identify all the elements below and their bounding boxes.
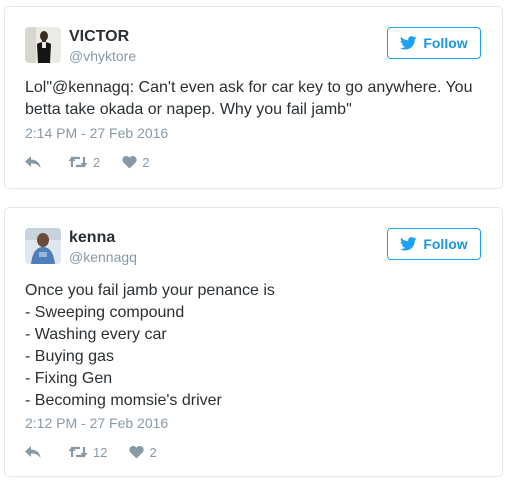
like-count: 2 <box>142 154 150 170</box>
tweet-timestamp[interactable]: 2:12 PM - 27 Feb 2016 <box>25 415 168 431</box>
tweet-card: VICTOR @vhyktore Follow Lol"@kennagq: Ca… <box>4 6 503 189</box>
retweet-button[interactable]: 12 <box>68 445 107 460</box>
tweet-actions: 12 2 <box>25 442 179 462</box>
tweet-text-line: - Sweeping compound <box>25 304 185 321</box>
tweet-text: Once you fail jamb your penance is - Swe… <box>25 280 484 412</box>
retweet-icon <box>68 445 93 459</box>
tweet-text-line: - Fixing Gen <box>25 370 113 387</box>
follow-button[interactable]: Follow <box>387 27 481 59</box>
retweet-button[interactable]: 2 <box>68 155 100 170</box>
retweet-count: 2 <box>93 154 101 170</box>
tweet-actions: 2 2 <box>25 152 171 172</box>
avatar[interactable] <box>25 228 61 264</box>
tweet-text-line: - Buying gas <box>25 348 114 365</box>
user-name[interactable]: kenna <box>69 229 115 247</box>
tweet-text-line: betta take okada or napep. Why you fail … <box>25 101 352 118</box>
tweet-text-line: - Washing every car <box>25 326 167 343</box>
user-handle[interactable]: @kennagq <box>69 249 137 265</box>
reply-icon <box>25 155 46 169</box>
tweet-timestamp[interactable]: 2:14 PM - 27 Feb 2016 <box>25 125 168 141</box>
twitter-bird-icon <box>400 237 417 251</box>
user-handle[interactable]: @vhyktore <box>69 48 136 64</box>
user-name[interactable]: VICTOR <box>69 28 129 46</box>
tweet-text-line: Lol"@kennagq: Can't even ask for car key… <box>25 79 473 96</box>
reply-button[interactable] <box>25 155 46 169</box>
follow-label: Follow <box>423 35 468 51</box>
tweet-text-line: Once you fail jamb your penance is <box>25 282 275 299</box>
heart-icon <box>122 155 142 169</box>
follow-label: Follow <box>423 236 468 252</box>
like-button[interactable]: 2 <box>122 155 149 170</box>
like-button[interactable]: 2 <box>129 444 157 460</box>
reply-icon <box>25 445 46 459</box>
twitter-bird-icon <box>400 36 417 50</box>
reply-button[interactable] <box>25 445 46 459</box>
tweet-text: Lol"@kennagq: Can't even ask for car key… <box>25 77 484 121</box>
follow-button[interactable]: Follow <box>387 228 481 260</box>
tweet-card: kenna @kennagq Follow Once you fail jamb… <box>4 207 503 477</box>
like-count: 2 <box>149 444 157 460</box>
retweet-icon <box>68 155 93 169</box>
heart-icon <box>129 445 149 459</box>
retweet-count: 12 <box>93 444 108 460</box>
tweet-text-line: - Becoming momsie's driver <box>25 392 222 409</box>
avatar[interactable] <box>25 27 61 63</box>
